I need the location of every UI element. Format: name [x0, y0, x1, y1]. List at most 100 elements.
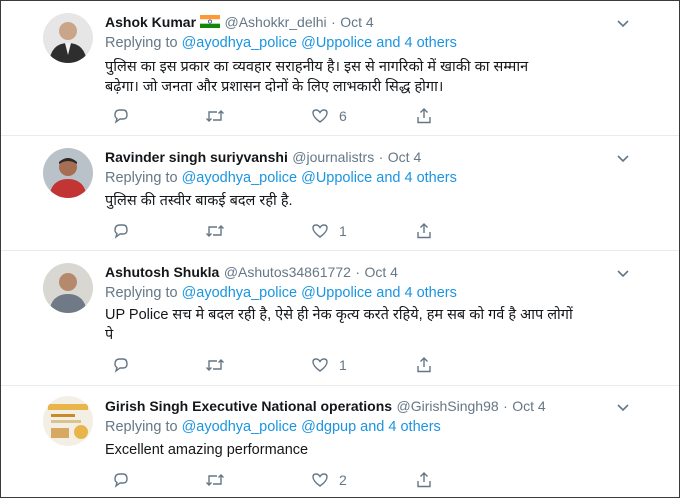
tweet-actions: 1 — [105, 355, 505, 375]
retweet-button[interactable] — [205, 470, 225, 490]
retweet-icon — [206, 110, 224, 122]
replying-to: Replying to @ayodhya_police @Uppolice an… — [105, 35, 457, 51]
tweet[interactable]: Ashok Kumar @Ashokkr_delhi · Oct 4 Reply… — [1, 1, 679, 136]
tweet-header: Ashutosh Shukla @Ashutos34861772 · Oct 4 — [105, 264, 398, 281]
reply-icon — [114, 224, 128, 239]
tweet-text: पुलिस का इस प्रकार का व्यवहार सराहनीय है… — [105, 57, 645, 97]
tweet-actions: 1 — [105, 221, 505, 241]
user-handle[interactable]: @Ashokkr_delhi — [224, 14, 326, 30]
avatar-image — [43, 263, 93, 313]
tweet-actions: 2 — [105, 470, 505, 490]
reply-icon — [114, 473, 128, 488]
reply-button[interactable] — [112, 355, 130, 375]
like-button[interactable]: 1 — [311, 355, 347, 375]
tweet-date[interactable]: Oct 4 — [388, 149, 421, 165]
mention-links[interactable]: @ayodhya_police @dgpup and 4 others — [182, 419, 441, 435]
separator: · — [355, 264, 361, 280]
share-icon — [417, 472, 431, 488]
reply-button[interactable] — [112, 221, 130, 241]
like-count: 2 — [339, 472, 347, 488]
mention-links[interactable]: @ayodhya_police @Uppolice and 4 others — [182, 170, 457, 186]
reply-icon — [114, 358, 128, 373]
tweet[interactable]: Ravinder singh suriyvanshi @journalistrs… — [1, 136, 679, 251]
replying-to: Replying to @ayodhya_police @dgpup and 4… — [105, 419, 441, 435]
display-name[interactable]: Ashok Kumar — [105, 14, 196, 30]
avatar[interactable] — [43, 13, 93, 63]
avatar-image — [43, 148, 93, 198]
tweet-text: UP Police सच मे बदल रही है, ऐसे ही नेक क… — [105, 305, 645, 345]
heart-icon — [312, 473, 328, 487]
retweet-button[interactable] — [205, 355, 225, 375]
mention-links[interactable]: @ayodhya_police @Uppolice and 4 others — [182, 35, 457, 51]
tweet-text-line: UP Police सच मे बदल रही है, ऐसे ही नेक क… — [105, 307, 573, 323]
like-count: 1 — [339, 357, 347, 373]
tweet-header: Ravinder singh suriyvanshi @journalistrs… — [105, 149, 421, 166]
display-name[interactable]: Girish Singh Executive National operatio… — [105, 398, 392, 414]
tweet-date[interactable]: Oct 4 — [512, 398, 545, 414]
like-button[interactable]: 1 — [311, 221, 347, 241]
tweet-header: Girish Singh Executive National operatio… — [105, 398, 546, 415]
tweet-header: Ashok Kumar @Ashokkr_delhi · Oct 4 — [105, 14, 374, 31]
avatar[interactable] — [43, 396, 93, 446]
heart-icon — [312, 224, 328, 238]
avatar[interactable] — [43, 263, 93, 313]
avatar-image — [43, 396, 93, 446]
like-count: 6 — [339, 108, 347, 124]
tweet-text-line: पुलिस का इस प्रकार का व्यवहार सराहनीय है… — [105, 59, 529, 75]
chevron-down-icon[interactable] — [615, 402, 631, 414]
tweet-text-line: Excellent amazing performance — [105, 442, 309, 458]
tweet-date[interactable]: Oct 4 — [364, 264, 397, 280]
share-button[interactable] — [415, 470, 433, 490]
display-name[interactable]: Ravinder singh suriyvanshi — [105, 149, 288, 165]
share-button[interactable] — [415, 106, 433, 126]
separator: · — [331, 14, 336, 30]
share-button[interactable] — [415, 221, 433, 241]
avatar[interactable] — [43, 148, 93, 198]
retweet-icon — [206, 474, 224, 486]
separator: · — [378, 149, 384, 165]
tweet-text-line: पे — [105, 327, 114, 343]
retweet-icon — [206, 225, 224, 237]
like-button[interactable]: 2 — [311, 470, 347, 490]
tweet[interactable]: Girish Singh Executive National operatio… — [1, 386, 679, 497]
replying-to: Replying to @ayodhya_police @Uppolice an… — [105, 285, 457, 301]
share-icon — [417, 108, 431, 124]
chevron-down-icon[interactable] — [615, 268, 631, 280]
tweet[interactable]: Ashutosh Shukla @Ashutos34861772 · Oct 4… — [1, 251, 679, 386]
heart-icon — [312, 109, 328, 123]
tweet-text: पुलिस की तस्वीर बाकई बदल रही है. — [105, 191, 645, 211]
share-icon — [417, 223, 431, 239]
retweet-icon — [206, 359, 224, 371]
display-name[interactable]: Ashutosh Shukla — [105, 264, 219, 280]
replying-label: Replying to — [105, 285, 178, 301]
timeline: Ashok Kumar @Ashokkr_delhi · Oct 4 Reply… — [0, 0, 680, 498]
india-flag-icon — [200, 15, 221, 28]
tweet-text-line: बढ़ेगा। जो जनता और प्रशासन दोनों के लिए … — [105, 79, 444, 95]
like-button[interactable]: 6 — [311, 106, 347, 126]
tweet-actions: 6 — [105, 106, 505, 126]
chevron-down-icon[interactable] — [615, 153, 631, 165]
avatar-image — [43, 13, 93, 63]
share-icon — [417, 357, 431, 373]
reply-icon — [114, 109, 128, 124]
retweet-button[interactable] — [205, 221, 225, 241]
replying-label: Replying to — [105, 170, 178, 186]
reply-button[interactable] — [112, 470, 130, 490]
user-handle[interactable]: @Ashutos34861772 — [224, 264, 351, 280]
reply-button[interactable] — [112, 106, 130, 126]
retweet-button[interactable] — [205, 106, 225, 126]
chevron-down-icon[interactable] — [615, 18, 631, 30]
tweet-text: Excellent amazing performance — [105, 440, 645, 460]
tweet-text-line: पुलिस की तस्वीर बाकई बदल रही है. — [105, 193, 293, 209]
replying-label: Replying to — [105, 419, 178, 435]
share-button[interactable] — [415, 355, 433, 375]
replying-label: Replying to — [105, 35, 178, 51]
user-handle[interactable]: @journalistrs — [292, 149, 374, 165]
heart-icon — [312, 358, 328, 372]
mention-links[interactable]: @ayodhya_police @Uppolice and 4 others — [182, 285, 457, 301]
like-count: 1 — [339, 223, 347, 239]
replying-to: Replying to @ayodhya_police @Uppolice an… — [105, 170, 457, 186]
user-handle[interactable]: @GirishSingh98 — [397, 398, 499, 414]
separator: · — [503, 398, 508, 414]
tweet-date[interactable]: Oct 4 — [340, 14, 373, 30]
